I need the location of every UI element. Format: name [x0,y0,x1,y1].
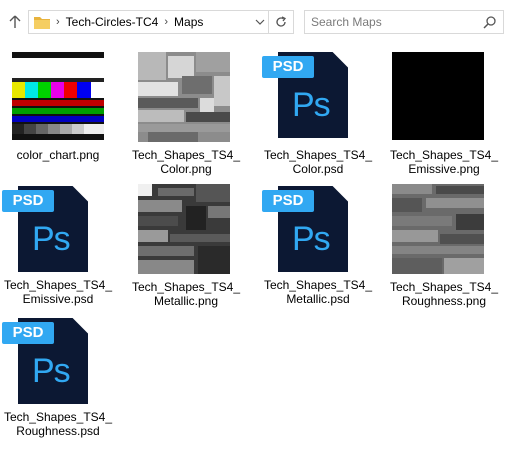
address-bar[interactable]: › Tech-Circles-TC4 › Maps [28,10,294,34]
color-chart-thumbnail [12,52,104,140]
file-item[interactable]: color_chart.png [2,52,114,172]
file-name: Tech_Shapes_TS4_Color.png [131,148,241,176]
file-name: Tech_Shapes_TS4_Roughness.png [389,280,499,308]
file-item[interactable]: Tech_Shapes_TS4_Roughness.png [388,184,500,314]
toolbar: › Tech-Circles-TC4 › Maps [0,0,512,40]
chevron-right-icon: › [164,16,169,28]
texture-thumbnail [392,184,484,274]
up-arrow-icon[interactable] [6,12,24,32]
file-name: Tech_Shapes_TS4_Metallic.png [131,280,241,308]
file-item[interactable]: Tech_Shapes_TS4_Color.png [130,52,242,182]
psd-badge: PSD [2,190,54,212]
ps-logo: Ps [292,220,331,258]
emissive-thumbnail [392,52,484,140]
file-name: Tech_Shapes_TS4_Emissive.png [389,148,499,176]
ps-logo: Ps [32,352,71,390]
texture-thumbnail [138,52,230,142]
file-item[interactable]: Tech_Shapes_TS4_Metallic.png [130,184,242,314]
file-item[interactable]: Tech_Shapes_TS4_Emissive.png [388,52,500,182]
psd-badge: PSD [2,322,54,344]
refresh-icon[interactable] [268,11,293,33]
psd-badge: PSD [262,190,314,212]
chevron-down-icon[interactable] [253,15,267,29]
search-icon[interactable] [483,15,497,29]
file-name: Tech_Shapes_TS4_Emissive.psd [3,278,113,306]
ps-logo: Ps [32,220,71,258]
breadcrumb-item[interactable]: Maps [174,15,203,29]
search-input[interactable] [311,14,471,30]
file-item[interactable]: PSD Ps Tech_Shapes_TS4_Metallic.psd [262,186,374,316]
file-name: Tech_Shapes_TS4_Color.psd [263,148,373,176]
chevron-right-icon: › [56,16,60,28]
file-item[interactable]: PSD Ps Tech_Shapes_TS4_Roughness.psd [2,318,114,448]
file-item[interactable]: PSD Ps Tech_Shapes_TS4_Emissive.psd [2,186,114,316]
file-name: Tech_Shapes_TS4_Metallic.psd [263,278,373,306]
file-name: Tech_Shapes_TS4_Roughness.psd [3,410,113,438]
breadcrumb-item[interactable]: Tech-Circles-TC4 [66,15,159,29]
search-box[interactable] [304,10,504,34]
texture-thumbnail [138,184,230,274]
folder-icon [34,15,50,29]
file-name: color_chart.png [16,148,100,162]
psd-badge: PSD [262,56,314,78]
ps-logo: Ps [292,86,331,124]
file-item[interactable]: PSD Ps Tech_Shapes_TS4_Color.psd [262,52,374,182]
